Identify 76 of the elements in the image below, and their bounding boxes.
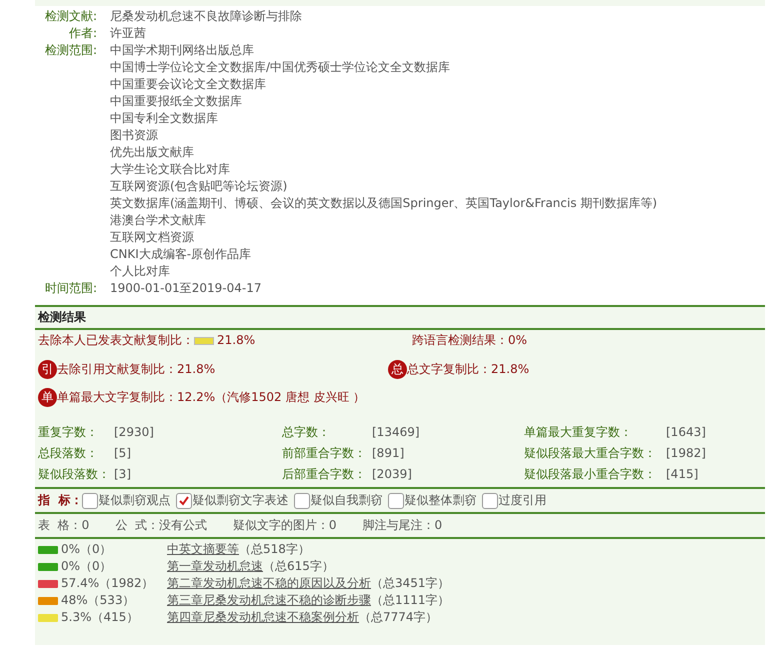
stat-value: [415] — [666, 466, 698, 483]
field-value: 1900-01-01至2019-04-17 — [110, 280, 262, 297]
field-value: 尼桑发动机怠速不良故障诊断与排除 — [110, 8, 302, 25]
chapter-total: （总1111字） — [371, 592, 450, 609]
ratio-text: 总文字复制比：21.8% — [407, 360, 530, 378]
chapter-total: （总518字） — [239, 541, 310, 558]
chapter-percent: 57.4%（1982） — [61, 575, 155, 592]
stat-label: 前部重合字数： — [282, 445, 367, 462]
stat-label: 疑似段落数： — [38, 466, 111, 483]
chapter-percent: 48%（533） — [61, 592, 136, 609]
ratio-text: 去除引用文献复制比：21.8% — [57, 360, 216, 378]
stat-value: [2039] — [372, 466, 412, 483]
chapter-total: （总3451字） — [371, 575, 450, 592]
indicator-label: 指 标： — [38, 492, 82, 509]
stat-label: 后部重合字数： — [282, 466, 367, 483]
stat-value: [3] — [114, 466, 131, 483]
field-value: 优先出版文献库 — [110, 144, 195, 161]
stat-label: 疑似段落最大重合字数： — [524, 445, 657, 462]
field-value: 个人比对库 — [110, 263, 171, 280]
field-label: 时间范围: — [44, 280, 97, 297]
ratio-badge: 单 — [38, 388, 57, 406]
ratio-label: 去除本人已发表文献复制比： — [38, 332, 194, 349]
count-text: 公 式：没有公式 — [115, 517, 207, 534]
stat-value: [1643] — [666, 424, 706, 441]
ratio-badge: 总 — [388, 360, 407, 378]
stat-label: 疑似段落最小重合字数： — [524, 466, 657, 483]
stat-label: 单篇最大重复字数： — [524, 424, 633, 441]
field-value: 图书资源 — [110, 127, 159, 144]
chapter-total: （总615字） — [263, 558, 334, 575]
chapter-percent: 5.3%（415） — [61, 609, 140, 626]
field-value: 中国重要报纸全文数据库 — [110, 93, 243, 110]
stat-value: [13469] — [372, 424, 420, 441]
chapter-percent: 0%（0） — [61, 541, 113, 558]
chapter-percent: 0%（0） — [61, 558, 113, 575]
field-value: 互联网资源(包含贴吧等论坛资源) — [110, 178, 288, 195]
cross-language-result: 跨语言检测结果：0% — [412, 332, 528, 349]
field-label: 作者: — [68, 25, 97, 42]
count-text: 表 格：0 — [38, 517, 90, 534]
check-icon — [178, 494, 190, 506]
chapter-link[interactable]: 第三章尼桑发动机怠速不稳的诊断步骤 — [167, 592, 371, 609]
stat-label: 总段落数： — [38, 445, 99, 462]
ratio-value: 21.8% — [217, 332, 256, 349]
indicator-checkbox[interactable]: 疑似剽窃观点 — [82, 492, 170, 509]
field-value: 中国专利全文数据库 — [110, 110, 219, 127]
indicator-checkbox[interactable]: 疑似自我剽窃 — [294, 492, 382, 509]
field-value: 许亚茜 — [110, 25, 146, 42]
field-value: 中国博士学位论文全文数据库/中国优秀硕士学位论文全文数据库 — [110, 59, 452, 76]
stat-value: [5] — [114, 445, 131, 462]
field-value: 中国学术期刊网络出版总库 — [110, 42, 255, 59]
field-value: CNKI大成编客-原创作品库 — [110, 246, 252, 263]
indicator-checkbox[interactable]: 过度引用 — [482, 492, 546, 509]
ratio-badge: 引 — [38, 360, 57, 378]
field-value: 中国重要会议论文全文数据库 — [110, 76, 267, 93]
field-value: 大学生论文联合比对库 — [110, 161, 231, 178]
stat-label: 重复字数： — [38, 424, 99, 441]
ratio-bar — [194, 336, 214, 344]
field-value: 英文数据库(涵盖期刊、博硕、会议的英文数据以及德国Springer、英国Taylor&Francis 期刊数据库等) — [110, 195, 658, 212]
count-text: 脚注与尾注：0 — [362, 517, 442, 534]
stat-label: 总字数： — [282, 424, 331, 441]
chapter-total: （总7774字） — [359, 609, 438, 626]
field-label: 检测文献: — [44, 8, 97, 25]
ratio-text: 单篇最大文字复制比：12.2%（汽修1502 唐想 皮兴旺 ） — [57, 388, 366, 406]
chapter-link[interactable]: 中英文摘要等 — [167, 541, 239, 558]
stat-value: [891] — [372, 445, 404, 462]
chapter-link[interactable]: 第四章尼桑发动机怠速不稳案例分析 — [167, 609, 359, 626]
indicator-checkbox[interactable]: 疑似整体剽窃 — [388, 492, 476, 509]
stat-value: [2930] — [114, 424, 154, 441]
field-label: 检测范围: — [44, 42, 97, 59]
indicator-checkbox[interactable]: 疑似剽窃文字表述 — [176, 492, 288, 509]
stat-value: [1982] — [666, 445, 706, 462]
field-value: 互联网文档资源 — [110, 229, 195, 246]
chapter-link[interactable]: 第二章发动机怠速不稳的原因以及分析 — [167, 575, 371, 592]
chapter-link[interactable]: 第一章发动机怠速 — [167, 558, 263, 575]
field-value: 港澳台学术文献库 — [110, 212, 207, 229]
section-title: 检测结果 — [38, 310, 86, 324]
count-text: 疑似文字的图片：0 — [232, 517, 337, 534]
